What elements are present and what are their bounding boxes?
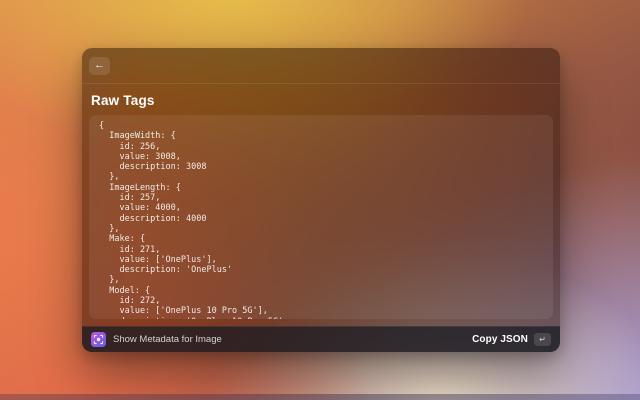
action-bar: Show Metadata for Image Copy JSON ↵ [82,326,560,352]
copy-json-button[interactable]: Copy JSON ↵ [472,333,551,346]
desktop-bottom-edge [0,394,640,400]
raw-tags-window: ← Raw Tags { ImageWidth: { id: 256, valu… [82,48,560,352]
raw-json-code: { ImageWidth: { id: 256, value: 3008, de… [99,121,543,319]
nav-bar: ← [82,48,560,84]
return-key-badge: ↵ [534,333,551,346]
raw-json-panel[interactable]: { ImageWidth: { id: 256, value: 3008, de… [89,115,553,319]
action-title: Show Metadata for Image [113,334,222,345]
back-arrow-icon: ← [94,60,105,71]
page-title: Raw Tags [91,93,551,108]
title-row: Raw Tags [82,84,560,115]
metadata-scan-icon [91,332,106,347]
back-button[interactable]: ← [89,57,110,75]
copy-json-label: Copy JSON [472,334,528,345]
